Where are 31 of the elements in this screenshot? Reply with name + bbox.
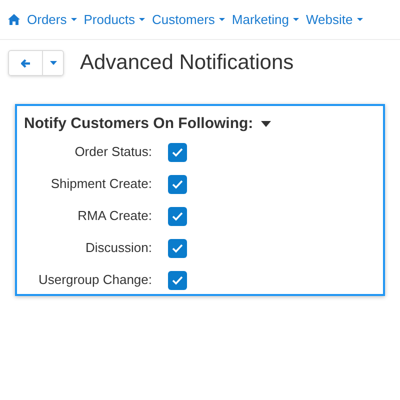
checkbox[interactable] <box>168 206 187 226</box>
section-title[interactable]: Notify Customers On Following: <box>24 112 254 136</box>
caret-icon <box>139 18 146 21</box>
nav-menu[interactable]: Website <box>306 10 363 30</box>
checkmark-icon <box>172 212 183 220</box>
checkbox[interactable] <box>168 270 187 290</box>
arrow-left-icon <box>20 58 30 68</box>
checkmark-icon <box>172 180 183 188</box>
checkbox[interactable] <box>168 238 187 258</box>
home-icon[interactable] <box>8 14 20 25</box>
checkmark-icon <box>172 244 183 252</box>
nav-menu[interactable]: Marketing <box>232 10 299 30</box>
option-label: Shipment Create: <box>50 175 152 194</box>
checkmark-icon <box>172 276 183 284</box>
nav-menu[interactable]: Products <box>84 10 146 30</box>
option-label: RMA Create: <box>76 207 152 226</box>
caret-icon <box>356 18 363 21</box>
checkmark-icon <box>172 148 183 156</box>
caret-icon <box>292 18 299 21</box>
caret-icon[interactable] <box>261 121 272 127</box>
caret-icon <box>50 61 56 65</box>
page-title: Advanced Notifications <box>80 50 294 76</box>
checkbox[interactable] <box>168 174 187 194</box>
checkbox[interactable] <box>168 142 187 162</box>
nav-menu[interactable]: Orders <box>27 10 77 30</box>
option-label: Order Status: <box>74 143 152 162</box>
option-label: Discussion: <box>84 239 152 258</box>
nav-menu[interactable]: Customers <box>152 10 225 30</box>
caret-icon <box>218 18 225 21</box>
caret-icon <box>70 18 77 21</box>
option-label: Usergroup Change: <box>38 271 152 290</box>
